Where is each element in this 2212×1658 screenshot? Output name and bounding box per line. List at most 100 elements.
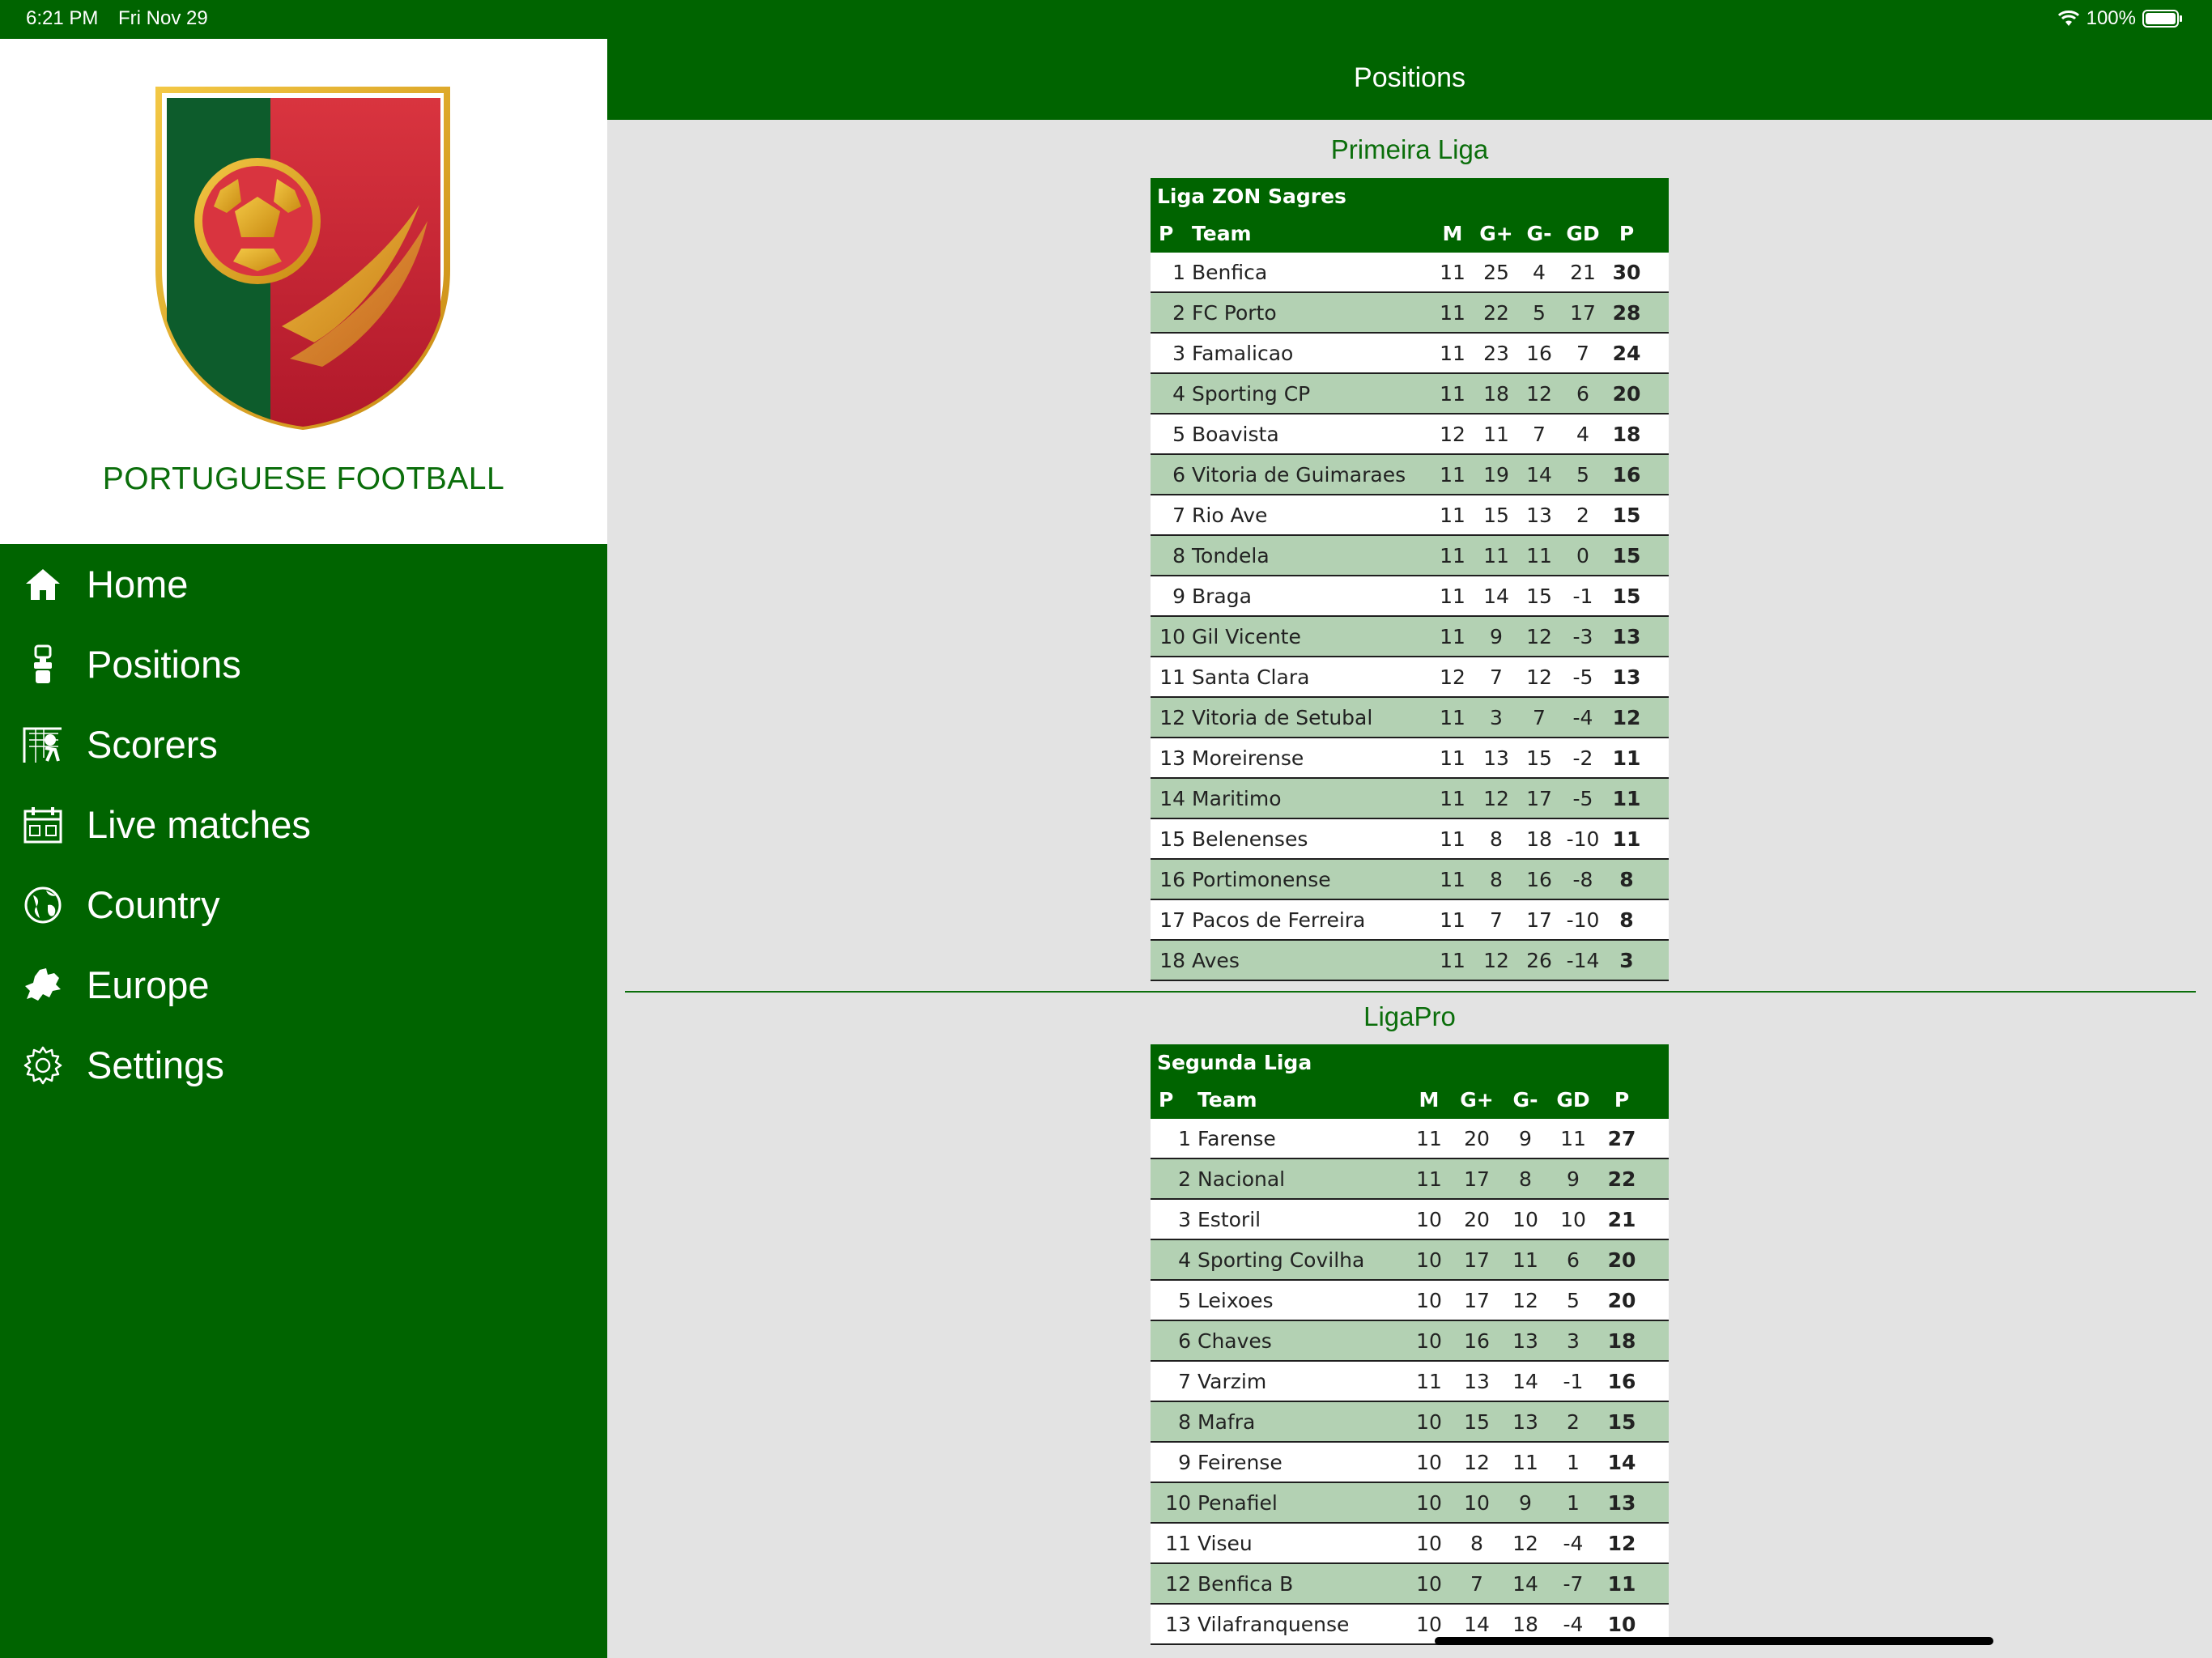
goals-against-cell: 13 xyxy=(1526,504,1552,527)
table-row[interactable]: 7 Varzim 11 13 14 -1 16 xyxy=(1151,1362,1669,1402)
europe-map-icon xyxy=(23,965,63,1005)
column-header-gd: GD xyxy=(1556,1088,1590,1112)
table-name: Liga ZON Sagres xyxy=(1157,185,1346,208)
menu-item-europe[interactable]: Europe xyxy=(0,945,607,1025)
table-row[interactable]: 12 Benfica B 10 7 14 -7 11 xyxy=(1151,1564,1669,1605)
menu-label: Home xyxy=(87,563,189,606)
table-row[interactable]: 2 Nacional 11 17 8 9 22 xyxy=(1151,1159,1669,1200)
table-row[interactable]: 4 Sporting CP 11 18 12 6 20 xyxy=(1151,374,1669,414)
table-row[interactable]: 2 FC Porto 11 22 5 17 28 xyxy=(1151,293,1669,334)
matches-cell: 11 xyxy=(1416,1127,1442,1150)
table-row[interactable]: 16 Portimonense 11 8 16 -8 8 xyxy=(1151,860,1669,900)
table-row[interactable]: 15 Belenenses 11 8 18 -10 11 xyxy=(1151,819,1669,860)
position-cell: 10 xyxy=(1165,1491,1191,1515)
side-menu: Home Positions Scorers Live matches Coun… xyxy=(0,544,607,1105)
goal-difference-cell: -3 xyxy=(1572,625,1593,648)
menu-item-home[interactable]: Home xyxy=(0,544,607,624)
goal-difference-cell: 1 xyxy=(1567,1451,1580,1474)
table-row[interactable]: 1 Benfica 11 25 4 21 30 xyxy=(1151,253,1669,293)
goal-difference-cell: -10 xyxy=(1566,908,1600,932)
goals-against-cell: 11 xyxy=(1526,544,1552,568)
table-row[interactable]: 11 Viseu 10 8 12 -4 12 xyxy=(1151,1524,1669,1564)
goals-for-cell: 8 xyxy=(1490,868,1503,891)
position-cell: 6 xyxy=(1178,1329,1191,1353)
goal-difference-cell: -8 xyxy=(1572,868,1593,891)
menu-item-country[interactable]: Country xyxy=(0,865,607,945)
table-row[interactable]: 14 Maritimo 11 12 17 -5 11 xyxy=(1151,779,1669,819)
goal-icon xyxy=(23,725,63,765)
column-header-ga: G- xyxy=(1512,1088,1538,1112)
table-header: Segunda Liga P Team M G+ G- GD P xyxy=(1151,1044,1669,1119)
table-row[interactable]: 4 Sporting Covilha 10 17 11 6 20 xyxy=(1151,1240,1669,1281)
goals-against-cell: 11 xyxy=(1512,1451,1538,1474)
divider xyxy=(625,991,2196,993)
matches-cell: 11 xyxy=(1440,301,1465,325)
position-cell: 1 xyxy=(1178,1127,1191,1150)
table-row[interactable]: 10 Gil Vicente 11 9 12 -3 13 xyxy=(1151,617,1669,657)
table-row[interactable]: 10 Penafiel 10 10 9 1 13 xyxy=(1151,1483,1669,1524)
table-row[interactable]: 3 Famalicao 11 23 16 7 24 xyxy=(1151,334,1669,374)
position-cell: 9 xyxy=(1172,585,1185,608)
team-name-cell: Boavista xyxy=(1192,423,1279,446)
goals-against-cell: 13 xyxy=(1512,1329,1538,1353)
goal-difference-cell: -1 xyxy=(1563,1370,1584,1393)
goal-difference-cell: -5 xyxy=(1572,665,1593,689)
team-name-cell: Vitoria de Guimaraes xyxy=(1192,463,1406,487)
table-row[interactable]: 5 Leixoes 10 17 12 5 20 xyxy=(1151,1281,1669,1321)
position-cell: 8 xyxy=(1172,544,1185,568)
position-cell: 3 xyxy=(1178,1208,1191,1231)
status-date: Fri Nov 29 xyxy=(118,7,208,29)
points-cell: 20 xyxy=(1607,1248,1636,1272)
table-row[interactable]: 12 Vitoria de Setubal 11 3 7 -4 12 xyxy=(1151,698,1669,738)
team-name-cell: Braga xyxy=(1192,585,1252,608)
matches-cell: 10 xyxy=(1416,1451,1442,1474)
table-row[interactable]: 8 Tondela 11 11 11 0 15 xyxy=(1151,536,1669,576)
goal-difference-cell: 3 xyxy=(1567,1329,1580,1353)
points-cell: 11 xyxy=(1612,787,1641,810)
menu-label: Country xyxy=(87,883,220,926)
position-cell: 4 xyxy=(1178,1248,1191,1272)
matches-cell: 10 xyxy=(1416,1208,1442,1231)
table-row[interactable]: 8 Mafra 10 15 13 2 15 xyxy=(1151,1402,1669,1443)
table-row[interactable]: 3 Estoril 10 20 10 10 21 xyxy=(1151,1200,1669,1240)
table-row[interactable]: 5 Boavista 12 11 7 4 18 xyxy=(1151,414,1669,455)
goals-against-cell: 26 xyxy=(1526,949,1552,972)
team-name-cell: Maritimo xyxy=(1192,787,1282,810)
team-name-cell: Estoril xyxy=(1197,1208,1261,1231)
goals-against-cell: 12 xyxy=(1526,665,1552,689)
table-row[interactable]: 9 Feirense 10 12 11 1 14 xyxy=(1151,1443,1669,1483)
menu-item-scorers[interactable]: Scorers xyxy=(0,704,607,784)
table-row[interactable]: 7 Rio Ave 11 15 13 2 15 xyxy=(1151,495,1669,536)
goals-against-cell: 12 xyxy=(1512,1532,1538,1555)
points-cell: 24 xyxy=(1612,342,1641,365)
table-row[interactable]: 11 Santa Clara 12 7 12 -5 13 xyxy=(1151,657,1669,698)
menu-item-positions[interactable]: Positions xyxy=(0,624,607,704)
matches-cell: 11 xyxy=(1440,382,1465,406)
table-row[interactable]: 6 Vitoria de Guimaraes 11 19 14 5 16 xyxy=(1151,455,1669,495)
column-header-m: M xyxy=(1442,222,1463,245)
points-cell: 18 xyxy=(1612,423,1641,446)
matches-cell: 10 xyxy=(1416,1329,1442,1353)
goals-for-cell: 17 xyxy=(1464,1248,1490,1272)
globe-icon xyxy=(23,885,63,925)
table-row[interactable]: 13 Moreirense 11 13 15 -2 11 xyxy=(1151,738,1669,779)
table-row[interactable]: 9 Braga 11 14 15 -1 15 xyxy=(1151,576,1669,617)
table-row[interactable]: 17 Pacos de Ferreira 11 7 17 -10 8 xyxy=(1151,900,1669,941)
calendar-icon xyxy=(23,805,63,845)
sidebar: 6:21 PM Fri Nov 29 PORTUGUESE FOOTBALL H… xyxy=(0,0,607,1658)
table-row[interactable]: 6 Chaves 10 16 13 3 18 xyxy=(1151,1321,1669,1362)
position-cell: 17 xyxy=(1159,908,1185,932)
matches-cell: 10 xyxy=(1416,1410,1442,1434)
points-cell: 18 xyxy=(1607,1329,1636,1353)
goal-difference-cell: 6 xyxy=(1576,382,1589,406)
matches-cell: 11 xyxy=(1440,827,1465,851)
goals-for-cell: 13 xyxy=(1483,746,1509,770)
points-cell: 30 xyxy=(1612,261,1641,284)
points-cell: 22 xyxy=(1607,1167,1636,1191)
menu-item-live-matches[interactable]: Live matches xyxy=(0,784,607,865)
table-row[interactable]: 18 Aves 11 12 26 -14 3 xyxy=(1151,941,1669,981)
menu-item-settings[interactable]: Settings xyxy=(0,1025,607,1105)
team-name-cell: Aves xyxy=(1192,949,1240,972)
brand-header: PORTUGUESE FOOTBALL xyxy=(0,39,607,544)
table-row[interactable]: 1 Farense 11 20 9 11 27 xyxy=(1151,1119,1669,1159)
